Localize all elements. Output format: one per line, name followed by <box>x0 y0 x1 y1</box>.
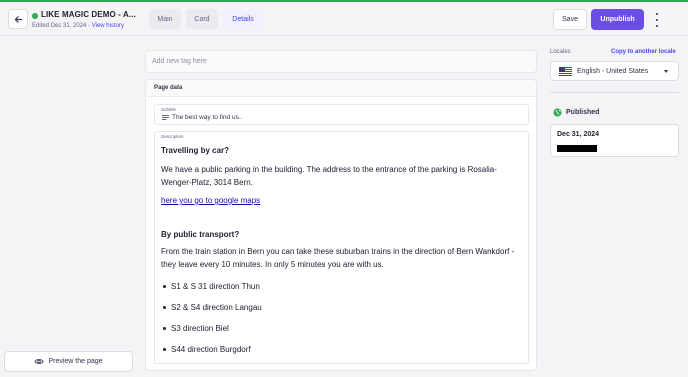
tab-details[interactable]: Details <box>223 9 263 29</box>
copy-locale-link[interactable]: Copy to another locale <box>611 49 676 55</box>
locales-label: Locales <box>550 49 571 55</box>
preview-page-button[interactable]: Preview the page <box>4 351 133 372</box>
description-content: Travelling by car? We have a public park… <box>161 144 521 364</box>
entry-title: LIKE MAGIC DEMO - A... <box>41 10 136 19</box>
published-card: Dec 31, 2024 <box>550 124 679 157</box>
edited-text: Edited Dec 31, 2024 - <box>32 23 92 29</box>
edited-info: Edited Dec 31, 2024 - View history <box>32 23 124 29</box>
unpublish-button[interactable]: Unpublish <box>591 9 644 30</box>
published-status: Published <box>566 109 600 116</box>
header-bar: LIKE MAGIC DEMO - A... Edited Dec 31, 20… <box>0 2 688 36</box>
globe-icon <box>553 108 562 117</box>
google-maps-link[interactable]: here you go to google maps <box>161 196 260 205</box>
text-lines-icon <box>162 115 169 120</box>
more-vertical-icon[interactable] <box>652 12 662 28</box>
list-item: S1 & S 31 direction Thun <box>161 280 521 301</box>
heading-car: Travelling by car? <box>161 146 230 155</box>
tab-main[interactable]: Main <box>149 9 181 29</box>
paragraph-car: We have a public parking in the building… <box>161 165 497 187</box>
view-history-link[interactable]: View history <box>92 23 124 29</box>
panel-title: Page data <box>146 80 536 97</box>
subtitle-label: Subtitle <box>161 107 177 112</box>
us-flag-icon <box>559 67 572 76</box>
back-button[interactable] <box>8 9 28 29</box>
eye-icon <box>34 359 45 364</box>
subtitle-field[interactable]: Subtitle The best way to find us.. <box>154 104 529 125</box>
tab-card[interactable]: Card <box>186 9 218 29</box>
divider <box>550 92 679 93</box>
redacted-block <box>557 145 597 152</box>
locale-select[interactable]: English - United States <box>550 61 679 81</box>
subtitle-value: The best way to find us.. <box>172 114 243 121</box>
heading-transport: By public transport? <box>161 230 240 239</box>
train-list: S1 & S 31 direction Thun S2 & S4 directi… <box>161 280 521 364</box>
add-tag-input[interactable]: Add new tag here <box>145 50 537 73</box>
paragraph-transport: From the train station in Bern you can t… <box>161 247 515 269</box>
preview-page-label: Preview the page <box>48 358 103 365</box>
published-date: Dec 31, 2024 <box>557 131 600 138</box>
description-label: Description <box>161 134 184 139</box>
chevron-down-icon <box>664 70 668 73</box>
description-field[interactable]: Description Travelling by car? We have a… <box>154 131 529 364</box>
save-button[interactable]: Save <box>553 9 587 30</box>
page-data-panel: Page data Subtitle The best way to find … <box>145 79 537 371</box>
locale-value: English - United States <box>577 68 649 75</box>
list-item: S44 direction Burgdorf <box>161 343 521 364</box>
status-dot <box>32 13 38 19</box>
list-item: S3 direction Biel <box>161 322 521 343</box>
list-item: S2 & S4 direction Langau <box>161 301 521 322</box>
arrow-left-icon <box>14 15 22 23</box>
